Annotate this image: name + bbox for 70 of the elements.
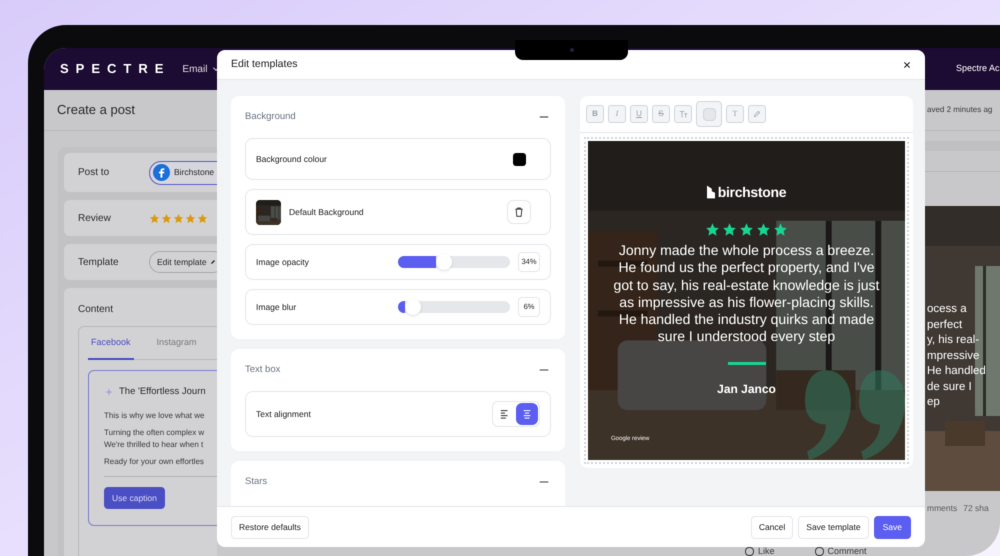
post-stat: mments — [927, 502, 958, 515]
star-icon — [161, 212, 172, 224]
quote-text: mpressive — [927, 348, 980, 364]
star-icon — [739, 222, 754, 237]
field-label: Review — [78, 212, 112, 226]
quote-text: perfect — [927, 318, 964, 332]
text-size-icon — [678, 110, 688, 118]
trash-icon — [514, 207, 524, 217]
quote-text: He handled — [927, 364, 986, 379]
pen-icon — [753, 110, 761, 118]
section-title: Text box — [245, 362, 280, 377]
align-left-icon — [500, 409, 510, 419]
setting-label: Image blur — [256, 300, 298, 314]
close-icon[interactable] — [903, 60, 911, 68]
star-icon — [185, 212, 196, 224]
account-name: Spectre Ac — [956, 62, 1000, 76]
slider-track[interactable] — [398, 256, 510, 268]
setting-label: Text alignment — [256, 408, 311, 420]
page-title: Create a post — [57, 101, 136, 120]
pencil-icon — [210, 259, 216, 265]
align-center-icon — [522, 409, 532, 419]
review-quote: Jonny made the whole process a breeze. He found us the perfect property, and I've got to say, his real-estate knowledge is just as impressive as his flower-placing skills. He handled the industry quirks and made sure I understood every step — [612, 242, 880, 346]
field-label: Post to — [78, 166, 110, 180]
cancel-button[interactable]: Cancel — [750, 516, 794, 538]
use-caption-button[interactable]: Use caption — [104, 487, 165, 510]
save-status: aved 2 minutes ag — [927, 104, 992, 116]
facebook-icon — [153, 164, 170, 181]
building-icon — [706, 185, 715, 199]
star-icon — [756, 222, 771, 237]
field-label: Template — [78, 256, 120, 270]
tab[interactable]: Instagram — [154, 327, 200, 360]
caption-text: This is why we love what we — [104, 410, 206, 422]
quote-text: ep — [927, 395, 941, 410]
quote-mark-icon — [805, 370, 905, 460]
tab[interactable]: Facebook — [88, 327, 134, 360]
section-title: Stars — [245, 474, 268, 489]
delete-button[interactable] — [507, 200, 531, 224]
caption-text: Ready for your own effortles — [104, 456, 205, 468]
star-icon — [197, 212, 208, 224]
accent-bar — [728, 362, 766, 365]
setting-label: Default Background — [289, 206, 364, 218]
star-icon — [722, 222, 737, 237]
star-icon — [705, 222, 720, 237]
caption-text: Turning the often complex w — [104, 427, 206, 440]
quote-text: ocess a — [927, 302, 968, 317]
star-icon — [149, 212, 160, 224]
save-template-button[interactable]: Save template — [798, 516, 869, 538]
brand-name: birchstone — [718, 185, 786, 199]
star-icon — [773, 222, 788, 237]
save-button[interactable]: Save — [874, 516, 911, 538]
account-chip[interactable]: Birchstone — [149, 160, 217, 184]
restore-defaults-button[interactable]: Restore defaults — [231, 516, 309, 538]
setting-label: Image opacity — [256, 256, 310, 268]
slider-thumb[interactable] — [436, 254, 452, 270]
caption-title: The 'Effortless Journ — [119, 385, 206, 399]
slider-thumb[interactable] — [404, 299, 421, 315]
section-title: Content — [78, 303, 114, 317]
setting-label: Background colour — [256, 152, 327, 166]
quote-text: de sure I — [927, 380, 973, 394]
sparkle-icon — [104, 387, 114, 398]
section-title: Background — [245, 110, 296, 124]
star-icon — [173, 212, 184, 224]
modal-title: Edit templates — [231, 56, 298, 72]
post-stat: 72 sha — [963, 502, 989, 515]
reviewer-name: Jan Janco — [717, 380, 776, 398]
color-swatch[interactable] — [513, 152, 526, 166]
caption-text: We're thrilled to hear when t — [104, 439, 204, 452]
quote-text: y, his real- — [927, 333, 980, 348]
app-logo: SPECTRE — [60, 60, 170, 78]
slider-track[interactable] — [398, 301, 510, 313]
